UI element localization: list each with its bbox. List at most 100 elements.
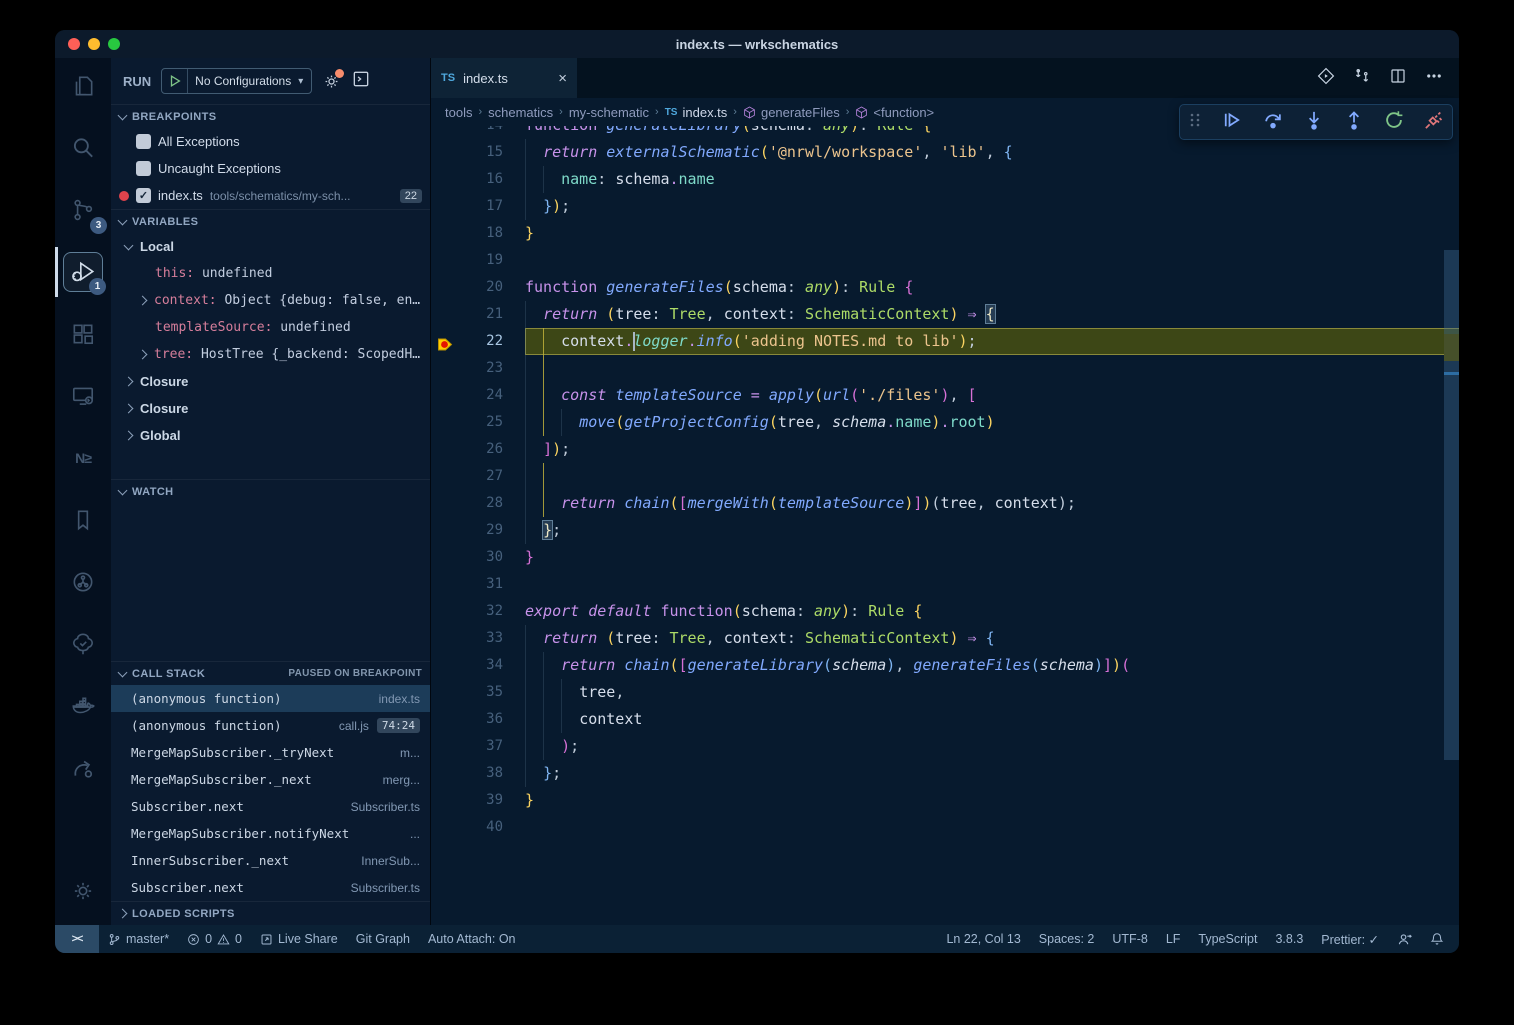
breakpoint-margin[interactable] xyxy=(431,598,459,625)
code-line-15[interactable]: 15 return externalSchematic('@nrwl/works… xyxy=(431,139,1459,166)
breakpoint-margin[interactable] xyxy=(431,193,459,220)
code-line-31[interactable]: 31 xyxy=(431,571,1459,598)
code-line-21[interactable]: 21 return (tree: Tree, context: Schemati… xyxy=(431,301,1459,328)
breakpoint-checkbox[interactable] xyxy=(136,134,151,149)
code-line-20[interactable]: 20function generateFiles(schema: any): R… xyxy=(431,274,1459,301)
code-line-26[interactable]: 26 ]); xyxy=(431,436,1459,463)
ts-version[interactable]: 3.8.3 xyxy=(1266,925,1312,953)
start-debug-icon[interactable] xyxy=(162,69,188,93)
breadcrumb-item--function-[interactable]: <function> xyxy=(855,105,934,120)
git-graph-icon[interactable] xyxy=(63,562,103,602)
code-line-39[interactable]: 39} xyxy=(431,787,1459,814)
code-line-37[interactable]: 37 ); xyxy=(431,733,1459,760)
breakpoint-margin[interactable] xyxy=(431,247,459,274)
bookmarks-icon[interactable] xyxy=(63,500,103,540)
code-line-22[interactable]: 22 context.logger.info('adding NOTES.md … xyxy=(431,328,1459,355)
call-stack-frame[interactable]: MergeMapSubscriber.notifyNext... xyxy=(111,820,430,847)
breakpoint-margin[interactable] xyxy=(431,166,459,193)
code-line-19[interactable]: 19 xyxy=(431,247,1459,274)
breadcrumb-item-index-ts[interactable]: TSindex.ts xyxy=(665,105,728,120)
variables-section-header[interactable]: VARIABLES xyxy=(111,209,430,233)
auto-attach[interactable]: Auto Attach: On xyxy=(419,925,525,953)
call-stack-frame[interactable]: InnerSubscriber._nextInnerSub... xyxy=(111,847,430,874)
call-stack-frame[interactable]: (anonymous function)index.ts xyxy=(111,685,430,712)
code-line-18[interactable]: 18} xyxy=(431,220,1459,247)
step-over-button[interactable] xyxy=(1262,110,1284,135)
live-share[interactable]: Live Share xyxy=(251,925,347,953)
breakpoint-margin[interactable] xyxy=(431,328,459,355)
breakpoint-margin[interactable] xyxy=(431,382,459,409)
breakpoint-checkbox[interactable] xyxy=(136,161,151,176)
call-stack-frame[interactable]: MergeMapSubscriber._nextmerg... xyxy=(111,766,430,793)
debug-settings-gear-icon[interactable] xyxy=(322,72,341,91)
variable-scope-row[interactable]: Local xyxy=(111,233,430,260)
code-editor[interactable]: 14function generateLibrary(schema: any):… xyxy=(431,126,1459,925)
watch-section-header[interactable]: WATCH xyxy=(111,479,430,503)
disconnect-button[interactable] xyxy=(1424,110,1444,135)
breadcrumb-item-tools[interactable]: tools xyxy=(445,105,472,120)
live-share-icon[interactable] xyxy=(63,748,103,788)
manage-gear-icon[interactable] xyxy=(63,871,103,911)
code-line-25[interactable]: 25 move(getProjectConfig(tree, schema.na… xyxy=(431,409,1459,436)
breadcrumb-item-generatefiles[interactable]: generateFiles xyxy=(743,105,840,120)
code-line-27[interactable]: 27 xyxy=(431,463,1459,490)
extensions-icon[interactable] xyxy=(63,314,103,354)
encoding[interactable]: UTF-8 xyxy=(1103,925,1156,953)
loaded-scripts-section-header[interactable]: LOADED SCRIPTS xyxy=(111,901,430,925)
toolbar-drag-grip[interactable] xyxy=(1188,112,1202,133)
breakpoint-margin[interactable] xyxy=(431,517,459,544)
code-line-38[interactable]: 38 }; xyxy=(431,760,1459,787)
breakpoint-margin[interactable] xyxy=(431,139,459,166)
source-control-icon[interactable]: 3 xyxy=(63,190,103,230)
breakpoint-margin[interactable] xyxy=(431,679,459,706)
breakpoint-row[interactable]: ✓index.tstools/schematics/my-sch...22 xyxy=(111,182,430,209)
breakpoint-row[interactable]: Uncaught Exceptions xyxy=(111,155,430,182)
variable-scope-row[interactable]: Closure xyxy=(111,368,430,395)
variable-scope-row[interactable]: Global xyxy=(111,422,430,449)
code-line-17[interactable]: 17 }); xyxy=(431,193,1459,220)
git-graph[interactable]: Git Graph xyxy=(347,925,419,953)
breakpoint-margin[interactable] xyxy=(431,301,459,328)
variable-row[interactable]: tree: HostTree {_backend: ScopedH… xyxy=(111,341,430,368)
breadcrumb-item-schematics[interactable]: schematics xyxy=(488,105,553,120)
breakpoint-margin[interactable] xyxy=(431,787,459,814)
breakpoint-margin[interactable] xyxy=(431,220,459,247)
feedback-smiley-icon[interactable] xyxy=(1388,925,1421,953)
restart-button[interactable] xyxy=(1384,110,1404,135)
variable-row[interactable]: this: undefined xyxy=(111,260,430,287)
code-line-34[interactable]: 34 return chain([generateLibrary(schema)… xyxy=(431,652,1459,679)
call-stack-frame[interactable]: MergeMapSubscriber._tryNextm... xyxy=(111,739,430,766)
eol[interactable]: LF xyxy=(1157,925,1190,953)
call-stack-frame[interactable]: (anonymous function)call.js74:24 xyxy=(111,712,430,739)
code-line-35[interactable]: 35 tree, xyxy=(431,679,1459,706)
run-and-debug-icon[interactable]: 1 xyxy=(63,252,103,292)
code-line-40[interactable]: 40 xyxy=(431,814,1459,841)
breakpoint-margin[interactable] xyxy=(431,544,459,571)
breakpoint-margin[interactable] xyxy=(431,760,459,787)
compare-changes-icon[interactable] xyxy=(1353,67,1371,90)
call-stack-frame[interactable]: Subscriber.nextSubscriber.ts xyxy=(111,874,430,901)
call-stack-frame[interactable]: Subscriber.nextSubscriber.ts xyxy=(111,793,430,820)
open-changes-icon[interactable] xyxy=(1317,67,1335,90)
editor-scrollbar[interactable] xyxy=(1444,250,1459,760)
search-icon[interactable] xyxy=(63,128,103,168)
breadcrumb-item-my-schematic[interactable]: my-schematic xyxy=(569,105,649,120)
code-line-33[interactable]: 33 return (tree: Tree, context: Schemati… xyxy=(431,625,1459,652)
more-actions-icon[interactable] xyxy=(1425,67,1443,90)
breakpoint-margin[interactable] xyxy=(431,409,459,436)
close-tab-icon[interactable]: × xyxy=(558,71,567,86)
notifications-bell-icon[interactable] xyxy=(1421,925,1453,953)
docker-icon[interactable] xyxy=(63,686,103,726)
continue-button[interactable] xyxy=(1222,110,1242,135)
breakpoint-margin[interactable] xyxy=(431,706,459,733)
variable-row[interactable]: context: Object {debug: false, en… xyxy=(111,287,430,314)
breakpoint-margin[interactable] xyxy=(431,733,459,760)
breakpoint-margin[interactable] xyxy=(431,436,459,463)
step-out-button[interactable] xyxy=(1344,110,1364,135)
breakpoint-margin[interactable] xyxy=(431,490,459,517)
breakpoint-margin[interactable] xyxy=(431,126,459,139)
git-branch[interactable]: master* xyxy=(99,925,178,953)
indentation[interactable]: Spaces: 2 xyxy=(1030,925,1104,953)
code-line-16[interactable]: 16 name: schema.name xyxy=(431,166,1459,193)
call-stack-section-header[interactable]: CALL STACK PAUSED ON BREAKPOINT xyxy=(111,661,430,685)
